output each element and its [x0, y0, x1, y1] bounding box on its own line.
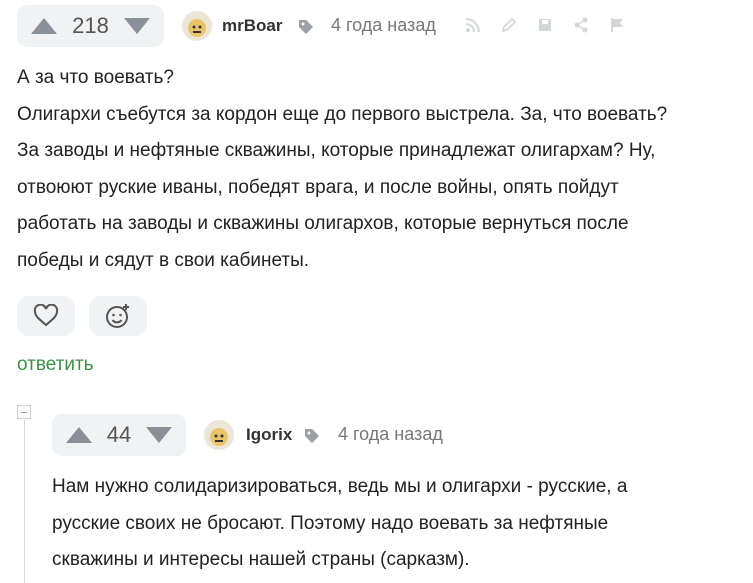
thread-line	[24, 420, 25, 583]
comment-time: 4 года назад	[331, 15, 436, 35]
like-button[interactable]	[17, 296, 75, 336]
text-line: работать на заводы и скважины олигархов,…	[17, 213, 629, 234]
text-line: За заводы и нефтяные скважины, которые п…	[17, 140, 656, 161]
save-icon[interactable]	[537, 17, 553, 33]
reply-link[interactable]: ответить	[17, 354, 94, 376]
text-line: скважины и интересы нашей страны (сарказ…	[52, 549, 470, 570]
comment-text: А за что воевать? Олигархи съебутся за к…	[17, 60, 667, 279]
comment-time: 4 года назад	[338, 424, 443, 444]
share-icon[interactable]	[573, 17, 589, 33]
username[interactable]: mrBoar	[222, 16, 282, 36]
downvote-icon[interactable]	[124, 18, 150, 34]
edit-icon[interactable]	[501, 17, 517, 33]
reaction-button[interactable]	[89, 296, 147, 336]
flag-icon[interactable]	[609, 17, 625, 33]
collapse-thread-button[interactable]	[17, 405, 31, 419]
tag-icon[interactable]	[304, 428, 320, 449]
avatar[interactable]	[204, 420, 234, 450]
text-line: русские своих не бросают. Поэтому надо в…	[52, 512, 609, 534]
tag-icon[interactable]	[298, 19, 314, 40]
rating-box: 44	[52, 414, 186, 456]
rating-box: 218	[17, 5, 164, 47]
smile-add-icon	[106, 304, 129, 328]
rating-value: 44	[106, 422, 132, 447]
username[interactable]: Igorix	[246, 425, 292, 445]
comment-text: Нам нужно солидаризироваться, ведь мы и …	[52, 469, 627, 579]
downvote-icon[interactable]	[145, 427, 172, 443]
upvote-icon[interactable]	[31, 18, 57, 34]
text-line: А за что воевать?	[17, 67, 174, 88]
text-line: Олигархи съебутся за кордон еще до перво…	[17, 103, 668, 125]
text-line: отвоюют руские иваны, победят врага, и п…	[17, 176, 619, 198]
rss-icon[interactable]	[465, 17, 481, 33]
heart-icon	[33, 304, 59, 327]
rating-value: 218	[72, 13, 109, 38]
upvote-icon[interactable]	[66, 427, 92, 443]
avatar[interactable]	[182, 11, 212, 41]
comment-tools	[465, 17, 625, 33]
text-line: Нам нужно солидаризироваться, ведь мы и …	[52, 476, 628, 497]
text-line: победы и сядут в свои кабинеты.	[17, 249, 310, 271]
